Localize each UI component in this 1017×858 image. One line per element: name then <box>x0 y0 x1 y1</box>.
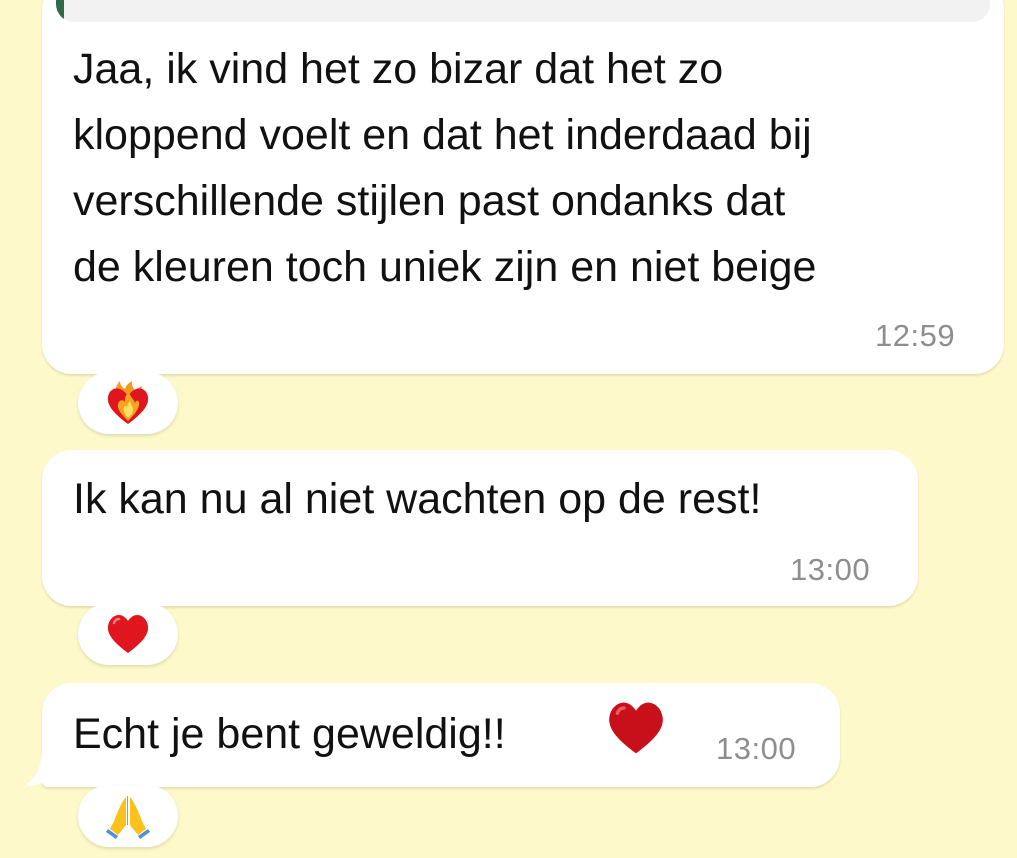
message-bubble-1[interactable]: Jaa, ik vind het zo bizar dat het zo klo… <box>42 0 1004 374</box>
quoted-message-preview[interactable] <box>56 0 990 22</box>
message-text: Jaa, ik vind het zo bizar dat het zo klo… <box>73 45 817 291</box>
heart-on-fire-icon <box>107 381 149 424</box>
red-heart-icon <box>107 615 149 653</box>
message-bubble-3[interactable]: Echt je bent geweldig!! 13:00 <box>42 683 840 787</box>
message-bubble-2[interactable]: Ik kan nu al niet wachten op de rest! 13… <box>42 450 918 606</box>
reaction-badge[interactable] <box>78 372 178 434</box>
message-text: Ik kan nu al niet wachten op de rest! <box>73 475 762 523</box>
message-text: Echt je bent geweldig!! <box>73 710 506 758</box>
message-timestamp: 12:59 <box>875 318 956 353</box>
reaction-badge[interactable] <box>78 603 178 665</box>
message-timestamp: 13:00 <box>716 731 797 766</box>
bubble-tail <box>24 750 62 786</box>
message-timestamp: 13:00 <box>790 552 871 587</box>
red-heart-icon <box>609 702 663 754</box>
quote-accent-bar <box>56 0 64 22</box>
reaction-badge[interactable] <box>78 785 178 847</box>
folded-hands-icon <box>106 796 150 839</box>
